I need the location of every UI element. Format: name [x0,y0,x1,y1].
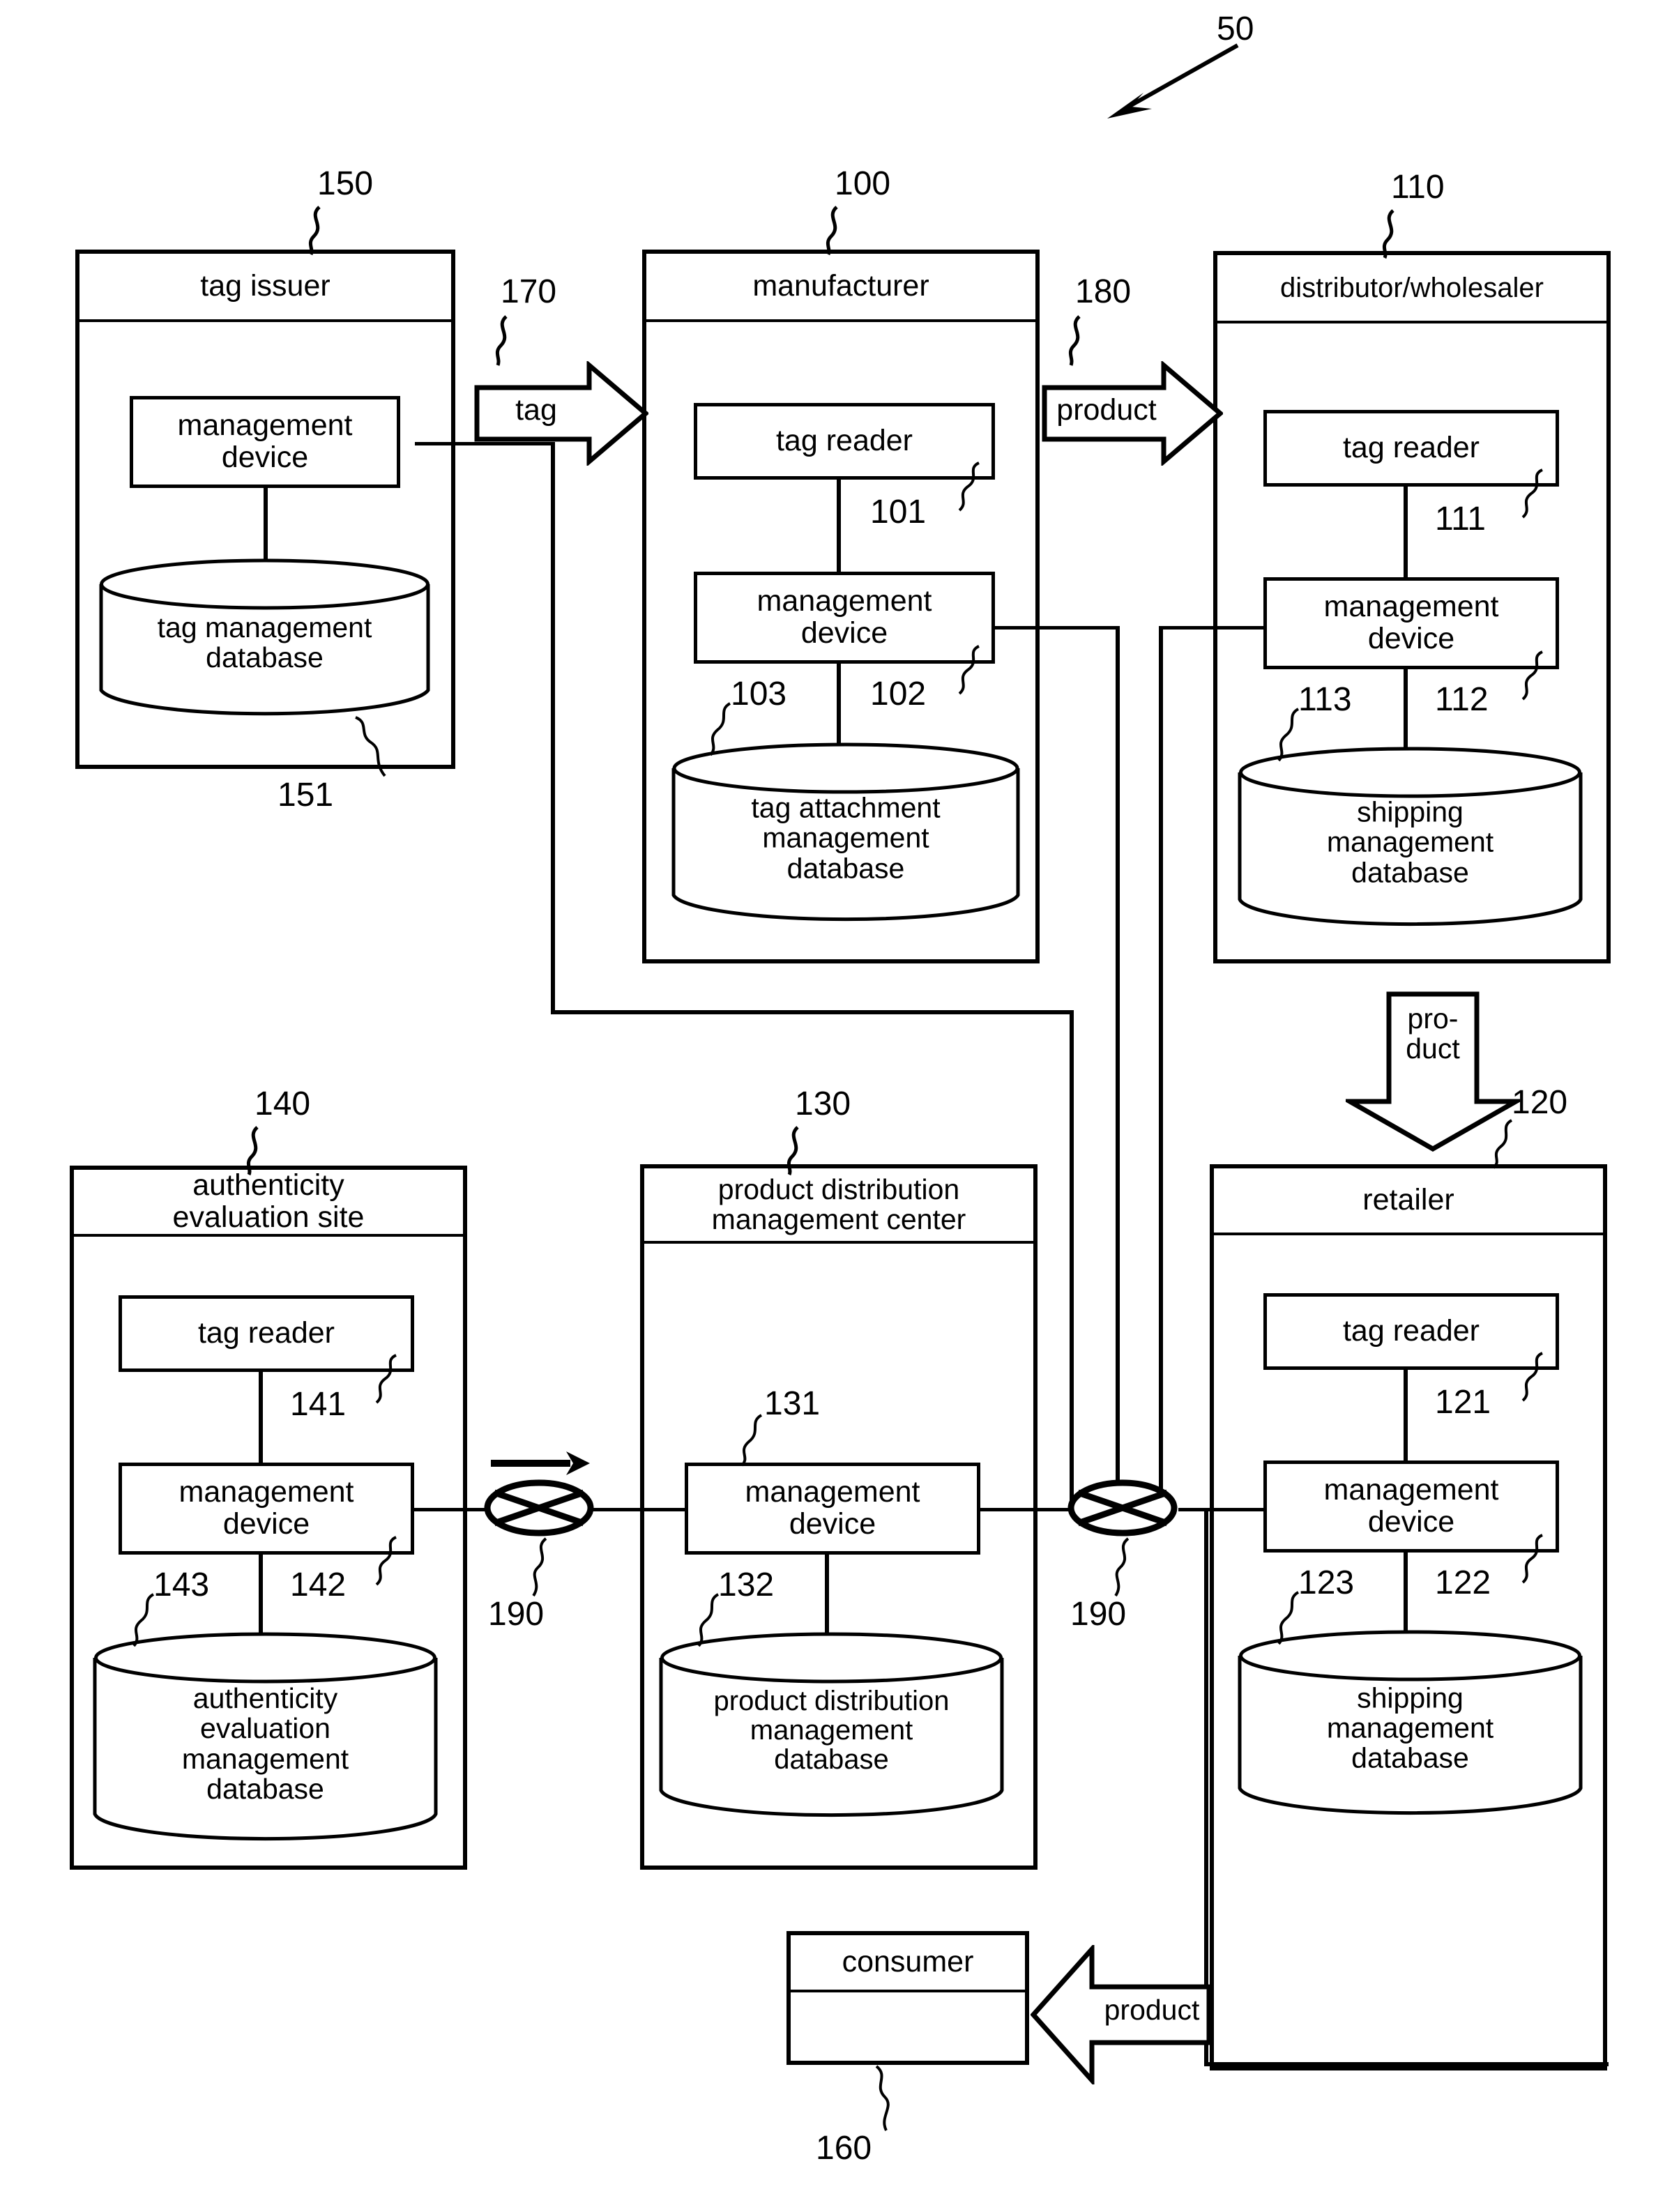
connector-node-left-to-center [589,1508,687,1511]
connector-retailer-reader-to-md [1404,1368,1408,1460]
leader-101 [951,462,985,512]
ref-160: 160 [816,2130,872,2167]
ref-190-right: 190 [1070,1596,1127,1633]
connector-tagissuer-to-node [1070,1010,1074,1502]
connector-dist-md-to-db [1404,668,1408,757]
connector-node-right-to-retailer [1178,1508,1266,1511]
connector-manufacturer-down [1116,626,1120,1504]
network-node-left-icon [483,1473,595,1543]
manufacturer-management-device: management device [694,572,995,664]
ref-101: 101 [870,494,927,531]
leader-132 [690,1593,724,1647]
leader-100 [819,206,846,256]
connector-tagissuer-md-to-db [264,487,268,565]
leader-122 [1514,1534,1548,1584]
leader-141 [368,1354,402,1404]
ref-113: 113 [1298,681,1352,718]
leader-121 [1514,1352,1548,1402]
leader-180 [1060,315,1089,366]
connector-retailer-bottom [1204,2062,1609,2066]
ref-170: 170 [501,273,557,310]
leader-111 [1514,468,1548,519]
leader-102 [951,645,985,695]
authenticity-site-title: authenticity evaluation site [74,1170,463,1237]
distributor-database: shipping management database [1234,745,1586,931]
connector-authenticity-right [411,1508,495,1511]
manufacturer-title: manufacturer [646,254,1035,322]
connector-manufacturer-right [983,626,1119,630]
tag-issuer-title: tag issuer [79,254,451,322]
leader-142 [368,1536,402,1586]
connector-dist-reader-to-md [1404,485,1408,577]
flow-arrow-product-to-consumer: product [1031,1945,1212,2084]
patent-figure: 50 150 tag issuer management device tag … [0,0,1672,2212]
leader-170 [487,315,516,366]
retailer-database: shipping management database [1234,1628,1586,1820]
ref-102: 102 [870,676,927,712]
ref-121: 121 [1435,1384,1491,1421]
leader-140 [239,1126,267,1176]
ref-142: 142 [290,1566,347,1603]
leader-190-right [1109,1537,1139,1597]
tag-issuer-management-device: management device [130,396,400,488]
ref-112: 112 [1435,681,1489,718]
ref-140: 140 [254,1085,311,1122]
flow-arrow-product-to-distributor: product [1042,361,1223,466]
leader-190-left [526,1537,557,1597]
ref-150: 150 [317,165,374,202]
ref-110: 110 [1391,169,1445,206]
distribution-center-title: product distribution management center [644,1168,1033,1244]
distribution-center-database: product distribution management database [655,1630,1008,1822]
leader-103 [702,702,736,756]
leader-150 [301,206,329,256]
connector-distributor-down [1159,626,1163,1504]
connector-auth-reader-to-md [259,1371,263,1463]
figure-pointer-arrow [1088,38,1248,122]
leader-143 [126,1593,159,1647]
ref-141: 141 [290,1386,347,1423]
ref-180: 180 [1075,273,1132,310]
connector-mfr-md-to-db [837,662,841,753]
flow-arrow-tag: tag [474,361,648,466]
leader-160 [867,2065,902,2132]
entity-consumer: consumer [786,1931,1029,2065]
ref-103: 103 [731,676,787,712]
distributor-title: distributor/wholesaler [1217,255,1606,323]
connector-tagissuer-bottom [551,1010,1074,1014]
ref-130: 130 [795,1085,851,1122]
leader-110 [1375,209,1403,259]
ref-123: 123 [1298,1564,1355,1601]
ref-143: 143 [153,1566,210,1603]
leader-120 [1487,1119,1517,1169]
leader-130 [780,1126,807,1176]
manufacturer-tag-reader: tag reader [694,403,995,480]
leader-112 [1514,650,1548,701]
authenticity-database: authenticity evaluation management datab… [89,1630,441,1846]
ref-111: 111 [1435,501,1486,537]
network-node-right-icon [1067,1473,1178,1543]
tag-issuer-database: tag management database [96,558,434,722]
ref-132: 132 [718,1566,775,1603]
retailer-title: retailer [1214,1168,1603,1235]
connector-mfr-reader-to-md [837,478,841,572]
ref-100: 100 [835,165,891,202]
connector-tagissuer-down [551,442,555,1014]
connector-center-md-to-db [825,1553,829,1642]
ref-151: 151 [278,777,334,814]
leader-113 [1270,708,1304,762]
leader-151 [354,716,397,779]
connector-auth-md-to-db [259,1553,263,1642]
consumer-title: consumer [791,1935,1025,1992]
ref-122: 122 [1435,1564,1491,1601]
distribution-center-management-device: management device [685,1463,980,1555]
ref-120: 120 [1512,1084,1568,1121]
ref-131: 131 [764,1385,821,1422]
leader-131 [734,1414,767,1467]
leader-123 [1270,1591,1304,1645]
connector-center-to-node-right [976,1508,1077,1511]
connector-retailer-md-to-db [1404,1551,1408,1640]
manufacturer-database: tag attachment management database [668,740,1024,927]
ref-190-left: 190 [488,1596,545,1633]
